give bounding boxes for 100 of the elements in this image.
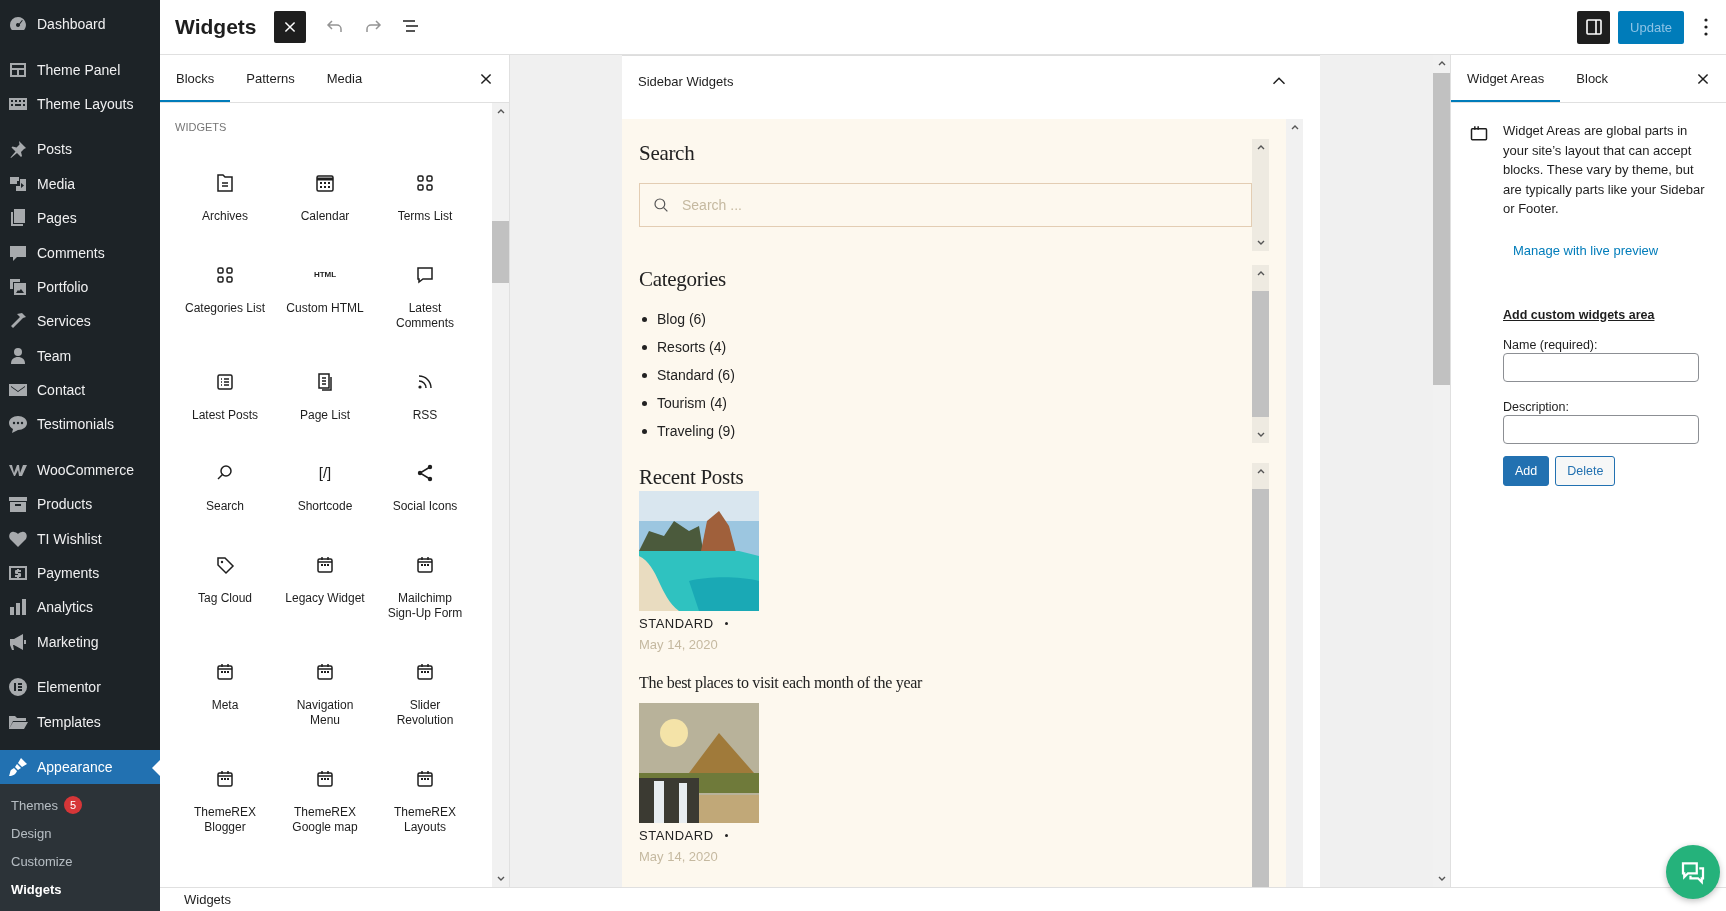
- menu-item[interactable]: Team: [0, 338, 160, 373]
- panel-tab[interactable]: Media: [310, 55, 379, 102]
- menu-item[interactable]: Services: [0, 304, 160, 339]
- block-item[interactable]: Social Icons: [375, 449, 475, 541]
- scrollbar[interactable]: [1252, 139, 1269, 251]
- search-field[interactable]: Search ...: [639, 183, 1252, 227]
- block-item[interactable]: Tag Cloud: [175, 540, 275, 648]
- menu-item[interactable]: Elementor: [0, 670, 160, 705]
- add-button[interactable]: Add: [1503, 455, 1550, 486]
- menu-item[interactable]: Contact: [0, 372, 160, 408]
- panel-tab[interactable]: Blocks: [160, 55, 231, 102]
- search-icon: [652, 196, 670, 214]
- scrollbar-thumb[interactable]: [1252, 291, 1269, 417]
- submenu-item[interactable]: Customize: [11, 853, 73, 869]
- menu-item[interactable]: Posts: [0, 132, 160, 167]
- menu-item[interactable]: Products: [0, 487, 160, 522]
- field-label: Name (required):: [1503, 337, 1599, 353]
- block-item[interactable]: Legacy Widget: [275, 540, 375, 648]
- block-item[interactable]: Calendar: [275, 159, 375, 251]
- block-icon-text: [/]: [318, 463, 332, 483]
- category-link[interactable]: Resorts (4): [657, 339, 727, 355]
- post-category: STANDARD: [639, 827, 714, 843]
- post-date: May 14, 2020: [639, 636, 718, 654]
- block-item[interactable]: Archives: [175, 159, 275, 251]
- block-item[interactable]: Search: [175, 449, 275, 541]
- menu-item[interactable]: Payments: [0, 555, 160, 591]
- widget-title: Search: [639, 140, 696, 167]
- archive-box-icon: [8, 494, 28, 515]
- post-date: May 14, 2020: [639, 848, 718, 866]
- category-link[interactable]: Traveling (9): [657, 423, 736, 439]
- speech-bubble-icon: [8, 414, 28, 435]
- menu-item[interactable]: TI Wishlist: [0, 521, 160, 556]
- block-item[interactable]: ThemeREX Layouts: [375, 754, 475, 862]
- menu-item[interactable]: Comments: [0, 235, 160, 270]
- close-button[interactable]: [274, 11, 307, 43]
- block-item[interactable]: ThemeREX Blogger: [175, 754, 275, 862]
- menu-item[interactable]: Portfolio: [0, 269, 160, 305]
- pages-icon: [8, 208, 28, 229]
- block-item[interactable]: Page List: [275, 357, 375, 449]
- page-title: Widgets: [175, 15, 257, 39]
- menu-item[interactable]: Dashboard: [0, 7, 160, 42]
- widget-area-icon: [1469, 123, 1489, 143]
- block-item[interactable]: Slider Revolution: [375, 647, 475, 755]
- block-item[interactable]: Terms List: [375, 159, 475, 251]
- block-item[interactable]: Latest Comments: [375, 250, 475, 358]
- block-item[interactable]: Mailchimp Sign-Up Form: [375, 540, 475, 648]
- panel-tab[interactable]: Patterns: [230, 55, 311, 102]
- menu-item[interactable]: WooCommerce: [0, 452, 160, 488]
- block-icon-text: HTML: [313, 268, 337, 281]
- widget-title: Categories: [639, 266, 727, 293]
- field-label: Description:: [1503, 399, 1570, 415]
- submenu-item[interactable]: Widgets: [11, 881, 62, 897]
- block-item[interactable]: RSS: [375, 357, 475, 449]
- menu-item[interactable]: Media: [0, 166, 160, 201]
- megaphone-icon: [8, 631, 28, 652]
- scrollbar[interactable]: [1286, 119, 1303, 887]
- post-category: STANDARD: [639, 615, 714, 631]
- submenu-item[interactable]: Themes: [11, 797, 58, 813]
- block-item[interactable]: Navigation Menu: [275, 647, 375, 755]
- category-link[interactable]: Blog (6): [657, 311, 707, 327]
- block-item[interactable]: Latest Posts: [175, 357, 275, 449]
- count-badge: 5: [63, 796, 82, 815]
- input-field[interactable]: [1503, 414, 1699, 444]
- scrollbar[interactable]: [1252, 265, 1269, 443]
- category-link[interactable]: Tourism (4): [657, 395, 727, 411]
- menu-item[interactable]: Theme Layouts: [0, 86, 160, 122]
- chat-button[interactable]: [1666, 845, 1720, 899]
- scrollbar-thumb[interactable]: [492, 221, 509, 283]
- post-title[interactable]: The best places to visit each month of the year: [639, 673, 923, 693]
- pin-icon: [8, 139, 28, 160]
- menu-item[interactable]: Marketing: [0, 624, 160, 660]
- category-link[interactable]: Standard (6): [657, 367, 735, 383]
- menu-item[interactable]: Pages: [0, 200, 160, 236]
- submenu-item[interactable]: Design: [11, 825, 52, 841]
- e-logo-icon: [8, 677, 28, 698]
- menu-item[interactable]: Templates: [0, 704, 160, 739]
- breadcrumb-link[interactable]: Widgets: [184, 892, 231, 907]
- panel-tab[interactable]: Widget Areas: [1451, 55, 1561, 102]
- panel-tab[interactable]: Block: [1560, 55, 1625, 102]
- menu-item[interactable]: Theme Panel: [0, 52, 160, 87]
- block-item[interactable]: Meta: [175, 647, 275, 755]
- widget-title: Recent Posts: [639, 464, 745, 491]
- delete-button[interactable]: Delete: [1555, 455, 1616, 486]
- settings-toggle-button[interactable]: [1577, 10, 1611, 44]
- block-item[interactable]: ThemeREX Google map: [275, 754, 375, 862]
- live-preview-link[interactable]: Manage with live preview: [1513, 242, 1726, 258]
- scrollbar-thumb[interactable]: [1433, 73, 1450, 385]
- bar-chart-icon: [8, 597, 28, 618]
- input-field[interactable]: [1503, 352, 1699, 382]
- block-item[interactable]: Categories List: [175, 250, 275, 358]
- block-item[interactable]: HTML Custom HTML: [275, 250, 375, 358]
- block-item[interactable]: [/] Shortcode: [275, 449, 375, 541]
- menu-item[interactable]: Testimonials: [0, 407, 160, 442]
- form-heading: Add custom widgets area: [1503, 307, 1656, 322]
- paintbrush-icon: [8, 757, 28, 777]
- widget-area-title: Sidebar Widgets: [638, 74, 734, 89]
- menu-item[interactable]: Appearance: [0, 749, 160, 785]
- description-text: Widget Areas are global parts in your site’s layout that can accept blocks. These vary by theme, but are typically parts like your Sidebar or Footer.: [1503, 122, 1705, 218]
- menu-item[interactable]: Analytics: [0, 590, 160, 625]
- scrollbar[interactable]: [492, 103, 509, 887]
